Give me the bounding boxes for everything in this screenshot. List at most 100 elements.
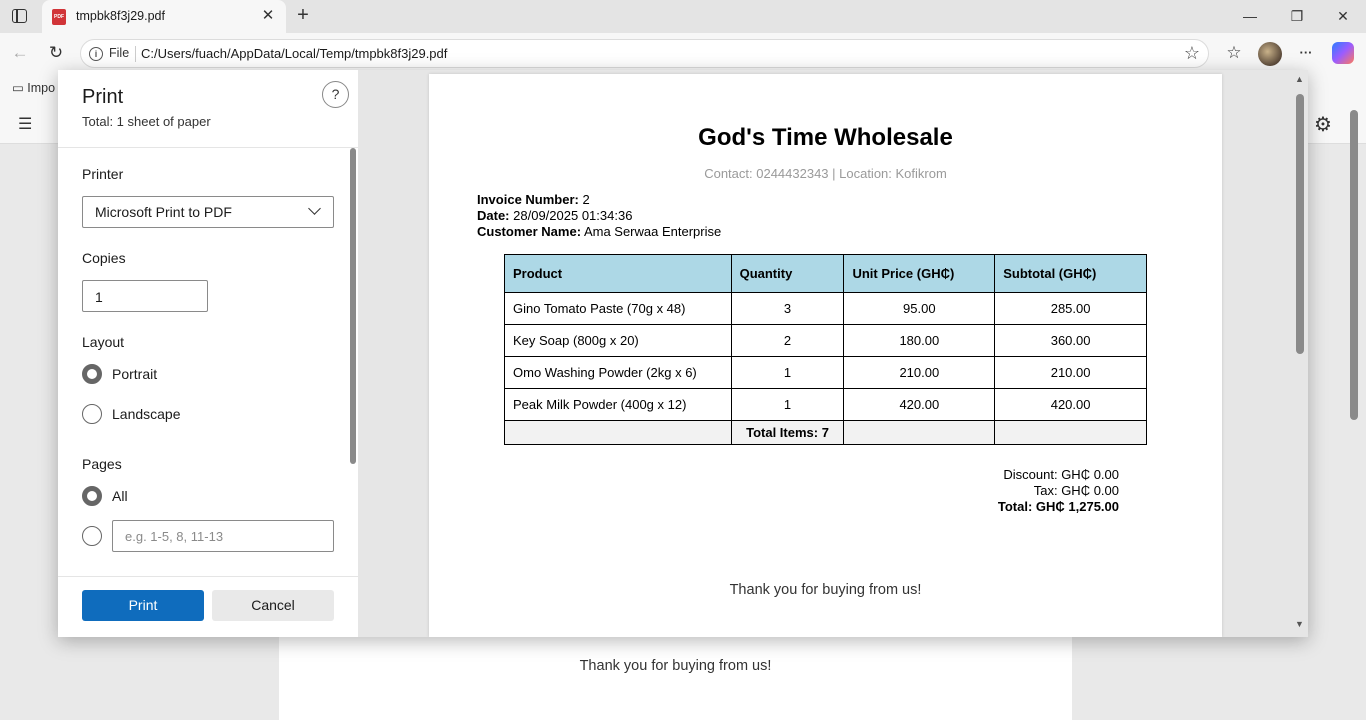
tax-line: Tax: GH₵ 0.00 xyxy=(1033,483,1119,498)
landscape-radio[interactable] xyxy=(82,404,102,424)
column-header: Quantity xyxy=(730,254,845,293)
customer-name: Customer Name: Ama Serwaa Enterprise xyxy=(477,224,722,239)
tab-title: tmpbk8f3j29.pdf xyxy=(76,9,165,23)
copies-value: 1 xyxy=(95,289,103,305)
product-cell: Peak Milk Powder (400g x 12) xyxy=(504,388,732,421)
pages-label: Pages xyxy=(82,456,122,472)
print-dialog: Print Total: 1 sheet of paper ? Printer … xyxy=(58,70,1308,637)
contents-list-icon[interactable]: ☰ xyxy=(18,114,32,134)
landscape-label: Landscape xyxy=(112,406,181,422)
subtotal-cell: 210.00 xyxy=(994,356,1147,389)
more-menu-icon[interactable]: ··· xyxy=(1294,41,1318,65)
pages-all-radio[interactable] xyxy=(82,486,102,506)
quantity-cell: 1 xyxy=(730,388,845,421)
viewer-scrollbar[interactable] xyxy=(1350,110,1358,420)
close-window-button[interactable]: ✕ xyxy=(1331,6,1355,26)
address-bar-row: ← ↻ i File C:/Users/fuach/AppData/Local/… xyxy=(0,33,1366,74)
layout-label: Layout xyxy=(82,334,125,350)
product-cell: Key Soap (800g x 20) xyxy=(504,324,732,357)
printer-value: Microsoft Print to PDF xyxy=(95,204,232,220)
empty-cell xyxy=(504,420,732,445)
total-row: Total Items: 7 xyxy=(504,420,1147,445)
info-icon[interactable]: i xyxy=(89,47,103,61)
divider xyxy=(58,147,358,148)
copilot-icon[interactable] xyxy=(1332,42,1354,64)
column-header: Subtotal (GH₵) xyxy=(994,254,1147,293)
url-text[interactable]: C:/Users/fuach/AppData/Local/Temp/tmpbk8… xyxy=(141,46,447,61)
help-icon[interactable]: ? xyxy=(322,81,349,108)
total-items-cell: Total Items: 7 xyxy=(730,420,845,445)
pages-range-placeholder: e.g. 1-5, 8, 11-13 xyxy=(125,529,224,544)
title-bar: PDF tmpbk8f3j29.pdf ✕ + — ❐ ✕ xyxy=(0,0,1366,33)
scroll-down-arrow-icon[interactable]: ▼ xyxy=(1295,619,1304,629)
tab-actions-icon[interactable] xyxy=(12,9,27,23)
product-cell: Gino Tomato Paste (70g x 48) xyxy=(504,292,732,325)
table-row: Key Soap (800g x 20) 2 180.00 360.00 xyxy=(504,324,1147,357)
divider xyxy=(135,46,136,62)
printer-label: Printer xyxy=(82,166,124,182)
product-cell: Omo Washing Powder (2kg x 6) xyxy=(504,356,732,389)
scroll-up-arrow-icon[interactable]: ▲ xyxy=(1295,74,1304,84)
portrait-radio[interactable] xyxy=(82,364,102,384)
invoice-number: Invoice Number: 2 xyxy=(477,192,590,207)
contact-line: Contact: 0244432343 | Location: Kofikrom xyxy=(704,166,947,181)
discount-line: Discount: GH₵ 0.00 xyxy=(1003,467,1119,482)
print-title: Print xyxy=(82,86,124,108)
copies-label: Copies xyxy=(82,250,126,266)
print-button[interactable]: Print xyxy=(82,590,204,621)
unit-price-cell: 180.00 xyxy=(843,324,996,357)
unit-price-cell: 210.00 xyxy=(843,356,996,389)
favorites-icon[interactable]: ☆ xyxy=(1222,41,1246,65)
subtotal-cell: 360.00 xyxy=(994,324,1147,357)
empty-cell xyxy=(994,420,1147,445)
back-button[interactable]: ← xyxy=(8,41,32,65)
unit-price-cell: 420.00 xyxy=(843,388,996,421)
reload-button[interactable]: ↻ xyxy=(44,41,68,65)
tab-close-icon[interactable]: ✕ xyxy=(258,6,278,26)
empty-cell xyxy=(843,420,996,445)
address-bar[interactable]: i File C:/Users/fuach/AppData/Local/Temp… xyxy=(80,39,1209,68)
column-header: Product xyxy=(504,254,732,293)
printer-select[interactable]: Microsoft Print to PDF xyxy=(82,196,334,228)
preview-sheet: God's Time Wholesale Contact: 0244432343… xyxy=(429,74,1222,637)
preview-scrollbar[interactable] xyxy=(1296,94,1304,354)
settings-gear-icon[interactable]: ⚙ xyxy=(1314,112,1332,137)
background-thanks-text: Thank you for buying from us! xyxy=(579,658,772,674)
pdf-file-icon: PDF xyxy=(52,9,66,25)
business-name: God's Time Wholesale xyxy=(698,124,953,151)
favorites-import-item[interactable]: ▭ Impo xyxy=(12,80,55,95)
table-header-row: Product Quantity Unit Price (GH₵) Subtot… xyxy=(504,254,1147,293)
invoice-table: Product Quantity Unit Price (GH₵) Subtot… xyxy=(504,254,1147,445)
quantity-cell: 1 xyxy=(730,356,845,389)
subtotal-cell: 420.00 xyxy=(994,388,1147,421)
unit-price-cell: 95.00 xyxy=(843,292,996,325)
table-row: Omo Washing Powder (2kg x 6) 1 210.00 21… xyxy=(504,356,1147,389)
pages-custom-radio[interactable] xyxy=(82,526,102,546)
grand-total-line: Total: GH₵ 1,275.00 xyxy=(997,499,1119,514)
thanks-text: Thank you for buying from us! xyxy=(729,582,922,598)
table-row: Peak Milk Powder (400g x 12) 1 420.00 42… xyxy=(504,388,1147,421)
sheet-total: Total: 1 sheet of paper xyxy=(82,114,211,129)
column-header: Unit Price (GH₵) xyxy=(843,254,996,293)
divider xyxy=(58,576,358,577)
tab-active[interactable]: PDF tmpbk8f3j29.pdf ✕ xyxy=(42,0,286,33)
table-row: Gino Tomato Paste (70g x 48) 3 95.00 285… xyxy=(504,292,1147,325)
pages-range-input[interactable]: e.g. 1-5, 8, 11-13 xyxy=(112,520,334,552)
cancel-button[interactable]: Cancel xyxy=(212,590,334,621)
copies-input[interactable]: 1 xyxy=(82,280,208,312)
scheme-label: File xyxy=(109,46,130,60)
background-pdf-page: Thank you for buying from us! xyxy=(279,636,1072,720)
chevron-down-icon xyxy=(308,202,321,215)
invoice-date: Date: 28/09/2025 01:34:36 xyxy=(477,208,633,223)
minimize-button[interactable]: — xyxy=(1238,6,1262,26)
settings-scrollbar[interactable] xyxy=(350,148,356,464)
print-preview: God's Time Wholesale Contact: 0244432343… xyxy=(358,70,1308,637)
quantity-cell: 3 xyxy=(730,292,845,325)
restore-button[interactable]: ❐ xyxy=(1285,6,1309,26)
subtotal-cell: 285.00 xyxy=(994,292,1147,325)
profile-avatar[interactable] xyxy=(1258,42,1282,66)
favorite-star-icon[interactable]: ☆ xyxy=(1184,43,1200,64)
print-settings-panel: Print Total: 1 sheet of paper ? Printer … xyxy=(58,70,358,637)
quantity-cell: 2 xyxy=(730,324,845,357)
new-tab-button[interactable]: + xyxy=(292,4,314,28)
